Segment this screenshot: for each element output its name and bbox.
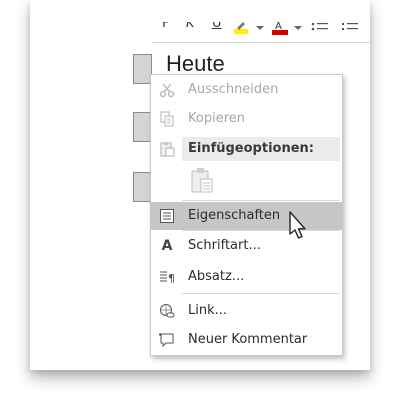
mini-toolbar: F K U A [152, 22, 370, 43]
menu-item-label: Eigenschaften [188, 208, 281, 223]
bullet-list-icon [311, 22, 328, 31]
menu-separator [182, 200, 340, 201]
highlighter-icon [234, 22, 248, 34]
section-label: Einfügeoptionen: [188, 141, 314, 156]
clipboard-icon [159, 141, 175, 157]
mouse-pointer-icon [289, 211, 306, 239]
menu-item-label: Kopieren [188, 111, 245, 126]
font-icon: A [161, 238, 173, 254]
paragraph-icon: ¶ [159, 269, 175, 285]
link-icon [159, 303, 175, 319]
font-color-icon: A [272, 22, 288, 35]
menu-item-paragraph[interactable]: ¶ Absatz... [151, 263, 342, 291]
paste-keep-text-button[interactable] [189, 167, 215, 195]
svg-text:¶: ¶ [168, 272, 175, 285]
svg-text:A: A [275, 22, 282, 32]
menu-item-label: Neuer Kommentar [188, 332, 308, 347]
menu-item-copy[interactable]: Kopieren [151, 105, 342, 133]
underline-button[interactable]: U [212, 22, 222, 31]
menu-separator [182, 230, 340, 231]
menu-item-new-comment[interactable]: Neuer Kommentar [151, 326, 342, 354]
paste-keep-text-icon [191, 168, 213, 193]
menu-item-label: Link... [188, 303, 228, 318]
scissors-icon [159, 82, 175, 98]
comment-icon [158, 332, 175, 348]
menu-separator [182, 293, 340, 294]
bold-button[interactable]: F [162, 22, 169, 31]
menu-item-label: Ausschneiden [188, 82, 279, 97]
properties-icon [159, 208, 175, 224]
menu-item-font[interactable]: A Schriftart... [151, 232, 342, 260]
menu-item-properties[interactable]: Eigenschaften [151, 202, 342, 230]
paste-options-header: Einfügeoptionen: [182, 137, 340, 161]
numbered-list-icon [342, 23, 358, 30]
menu-item-cut[interactable]: Ausschneiden [151, 76, 342, 104]
menu-item-label: Absatz... [188, 269, 245, 284]
copy-icon [159, 111, 175, 127]
menu-item-link[interactable]: Link... [151, 297, 342, 325]
context-menu: Ausschneiden Kopieren Einfügeoptionen: E… [150, 74, 343, 356]
italic-button[interactable]: K [186, 22, 195, 31]
menu-item-label: Schriftart... [188, 238, 261, 253]
